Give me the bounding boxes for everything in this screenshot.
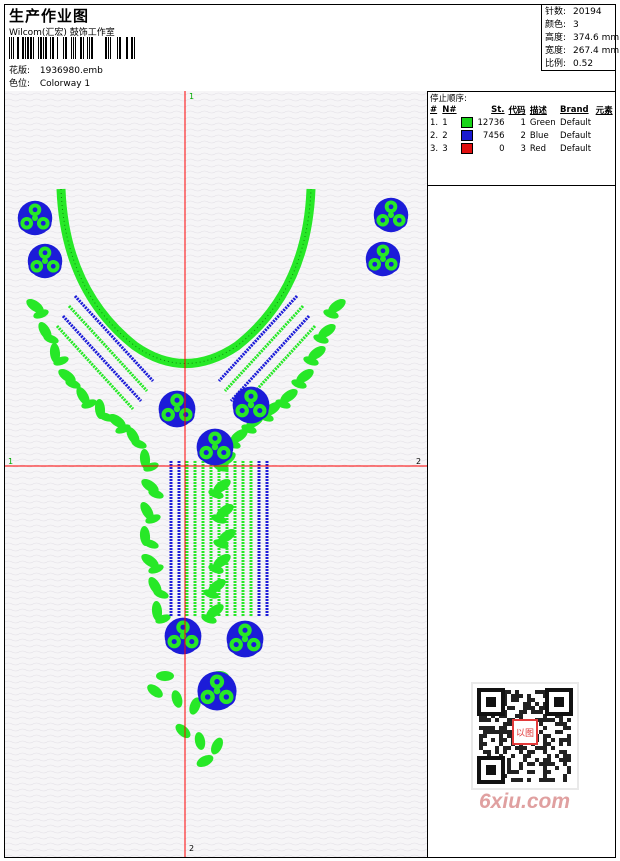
barcode: [9, 37, 135, 59]
design-stats: 针数: 20194 颜色: 3 高度: 374.6 mm 宽度: 267.4 mm 比例…: [541, 5, 620, 71]
col-n: N#: [442, 104, 457, 115]
sheet-header: 生产作业图 Wilcom(汇宏) 鼓饰工作室 花版: 1936980.emb 色…: [5, 5, 620, 92]
production-sheet: 生产作业图 Wilcom(汇宏) 鼓饰工作室 花版: 1936980.emb 色…: [4, 4, 620, 858]
axis-label-left: 1: [8, 457, 14, 466]
color-swatch: [460, 117, 473, 128]
col-element: 元素: [595, 105, 613, 116]
stat-colors: 颜色: 3: [545, 20, 579, 30]
stop-sequence-table: # N# St. 代码 描述 Brand 元素 1. 1 12736 1 Gre…: [428, 103, 615, 155]
axis-label-top: 1: [189, 92, 195, 101]
table-row: 1. 1 12736 1 Green Default: [430, 117, 592, 128]
embroidery-design: [5, 91, 427, 857]
colorway-value: Colorway 1: [39, 79, 91, 89]
color-swatch: [460, 143, 473, 154]
stat-scale: 比例: 0.52: [545, 59, 594, 69]
sheet-title: 生产作业图: [9, 7, 90, 25]
col-code: 代码: [508, 105, 526, 116]
col-swatch: [459, 103, 475, 116]
stop-sequence-panel: 停止顺序: # N# St. 代码 描述 Brand 元素 1. 1 12736…: [428, 91, 615, 186]
qr-code: 以图: [471, 682, 579, 790]
color-swatch: [460, 130, 473, 141]
file-name-row: 花版: 1936980.emb: [9, 63, 103, 76]
colorway-row: 色位: Colorway 1: [9, 76, 90, 89]
col-stitches: St.: [491, 104, 505, 115]
axis-label-right: 2: [416, 457, 422, 466]
table-row: 3. 3 0 3 Red Default: [430, 143, 592, 154]
col-brand: Brand: [560, 104, 589, 115]
design-preview: 1 2 1 2: [5, 91, 428, 857]
file-name-label: 花版:: [9, 66, 31, 76]
stat-height: 高度: 374.6 mm: [545, 33, 620, 43]
watermark-seal: 以图: [516, 728, 534, 739]
colorway-label: 色位:: [9, 79, 31, 89]
table-header-row: # N# St. 代码 描述 Brand 元素: [428, 103, 615, 116]
col-description: 描述: [529, 105, 547, 116]
file-name-value: 1936980.emb: [39, 66, 103, 76]
col-hash: #: [430, 104, 438, 115]
watermark-text: 6xiu.com: [479, 790, 571, 813]
stat-stitches: 针数: 20194: [545, 7, 602, 17]
stat-width: 宽度: 267.4 mm: [545, 46, 620, 56]
axis-label-bottom: 2: [189, 844, 195, 853]
table-row: 2. 2 7456 2 Blue Default: [430, 130, 592, 141]
